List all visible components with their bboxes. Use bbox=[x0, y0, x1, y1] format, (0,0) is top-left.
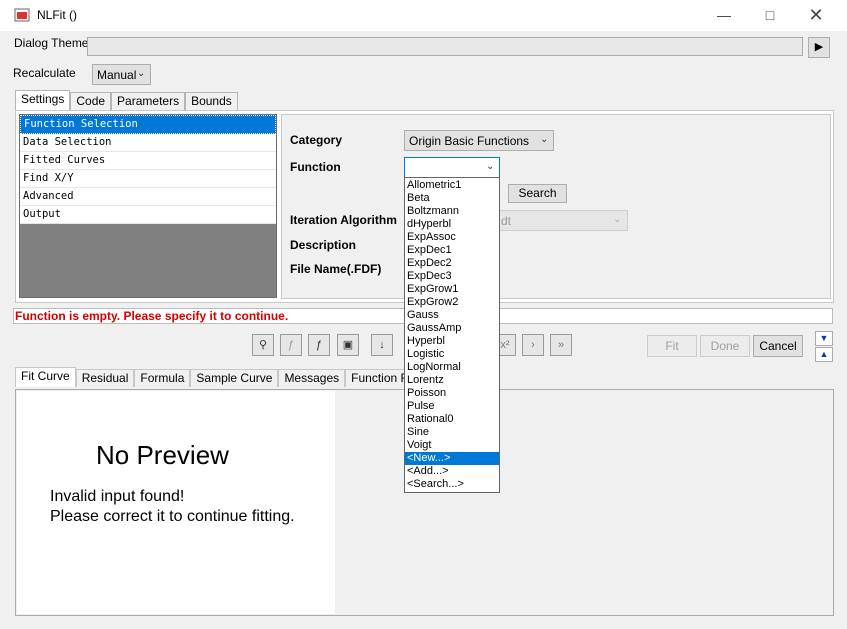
save-icon[interactable]: ▣ bbox=[337, 334, 359, 356]
option-allometric1[interactable]: Allometric1 bbox=[405, 179, 499, 192]
tab-residual[interactable]: Residual bbox=[75, 369, 135, 387]
nlfit-dialog: NLFit () — □ ✕ Dialog Theme ▶ Recalculat… bbox=[0, 0, 847, 629]
step-end-icon[interactable]: » bbox=[550, 334, 572, 356]
tab-code[interactable]: Code bbox=[70, 92, 112, 110]
tree-item-output[interactable]: Output bbox=[20, 206, 276, 224]
iteration-algorithm-label: Iteration Algorithm bbox=[290, 213, 397, 227]
recalculate-value: Manual bbox=[97, 68, 137, 82]
preview-line-2: Please correct it to continue fitting. bbox=[50, 508, 295, 525]
chevron-down-icon: ⌄ bbox=[137, 68, 146, 79]
status-message: Function is empty. Please specify it to … bbox=[15, 309, 289, 323]
function-dropdown: Allometric1 Beta Boltzmann dHyperbl ExpA… bbox=[404, 177, 500, 493]
category-label: Category bbox=[290, 133, 343, 147]
option-hyperbl[interactable]: Hyperbl bbox=[405, 335, 499, 348]
function-options: Allometric1 Beta Boltzmann dHyperbl ExpA… bbox=[405, 178, 499, 491]
preview-line-1: Invalid input found! bbox=[50, 488, 185, 505]
tree-item-advanced[interactable]: Advanced bbox=[20, 188, 276, 206]
option-new[interactable]: <New...> bbox=[405, 452, 499, 465]
option-voigt[interactable]: Voigt bbox=[405, 439, 499, 452]
recalculate-select[interactable]: Manual ⌄ bbox=[92, 64, 151, 85]
tab-fit-curve[interactable]: Fit Curve bbox=[15, 367, 76, 387]
tab-parameters[interactable]: Parameters bbox=[111, 92, 186, 110]
option-search[interactable]: <Search...> bbox=[405, 478, 499, 491]
chevron-down-icon: ⌄ bbox=[540, 134, 549, 145]
tab-messages[interactable]: Messages bbox=[278, 369, 346, 387]
tab-settings[interactable]: Settings bbox=[15, 90, 71, 110]
tab-sample-curve[interactable]: Sample Curve bbox=[190, 369, 279, 387]
app-icon bbox=[14, 8, 30, 22]
function-select[interactable]: ⌄ bbox=[404, 157, 500, 178]
minimize-icon[interactable]: — bbox=[701, 0, 747, 31]
no-preview-heading: No Preview bbox=[96, 440, 229, 470]
category-value: Origin Basic Functions bbox=[409, 134, 530, 148]
find-function-icon[interactable]: ⚲ bbox=[252, 334, 274, 356]
option-gauss[interactable]: Gauss bbox=[405, 309, 499, 322]
option-pulse[interactable]: Pulse bbox=[405, 400, 499, 413]
dialog-theme-combo[interactable] bbox=[87, 37, 803, 56]
option-expassoc[interactable]: ExpAssoc bbox=[405, 231, 499, 244]
option-expgrow1[interactable]: ExpGrow1 bbox=[405, 283, 499, 296]
sort-icon[interactable]: ↓ bbox=[371, 334, 393, 356]
reference-icon[interactable]: ƒ bbox=[280, 334, 302, 356]
option-expdec3[interactable]: ExpDec3 bbox=[405, 270, 499, 283]
option-rational0[interactable]: Rational0 bbox=[405, 413, 499, 426]
chevron-down-icon: ⌄ bbox=[613, 214, 622, 225]
option-expdec2[interactable]: ExpDec2 bbox=[405, 257, 499, 270]
tree-item-find-xy[interactable]: Find X/Y bbox=[20, 170, 276, 188]
tab-bounds[interactable]: Bounds bbox=[185, 92, 238, 110]
option-boltzmann[interactable]: Boltzmann bbox=[405, 205, 499, 218]
function-label: Function bbox=[290, 160, 341, 174]
option-lognormal[interactable]: LogNormal bbox=[405, 361, 499, 374]
maximize-icon[interactable]: □ bbox=[747, 0, 793, 31]
dialog-theme-label: Dialog Theme bbox=[14, 36, 89, 50]
option-sine[interactable]: Sine bbox=[405, 426, 499, 439]
fx-file-icon[interactable]: ƒ bbox=[308, 334, 330, 356]
option-expdec1[interactable]: ExpDec1 bbox=[405, 244, 499, 257]
iteration-algorithm-value: dt bbox=[501, 214, 512, 228]
tree-item-fitted-curves[interactable]: Fitted Curves bbox=[20, 152, 276, 170]
option-lorentz[interactable]: Lorentz bbox=[405, 374, 499, 387]
arrow-right-icon[interactable]: ▶ bbox=[808, 37, 830, 58]
option-add[interactable]: <Add...> bbox=[405, 465, 499, 478]
chevron-down-icon: ⌄ bbox=[486, 161, 495, 172]
settings-tabs: Settings Code Parameters Bounds bbox=[15, 90, 238, 110]
cancel-button[interactable]: Cancel bbox=[753, 335, 803, 357]
option-dhyperbl[interactable]: dHyperbl bbox=[405, 218, 499, 231]
option-logistic[interactable]: Logistic bbox=[405, 348, 499, 361]
search-button[interactable]: Search bbox=[508, 184, 567, 203]
tab-formula[interactable]: Formula bbox=[134, 369, 191, 387]
step-icon[interactable]: › bbox=[522, 334, 544, 356]
collapse-down-icon[interactable]: ▼ bbox=[815, 331, 833, 346]
fit-button[interactable]: Fit bbox=[647, 335, 697, 357]
recalculate-label: Recalculate bbox=[13, 66, 76, 80]
option-poisson[interactable]: Poisson bbox=[405, 387, 499, 400]
tree-item-data-selection[interactable]: Data Selection bbox=[20, 134, 276, 152]
option-expgrow2[interactable]: ExpGrow2 bbox=[405, 296, 499, 309]
content-tabs: Fit Curve Residual Formula Sample Curve … bbox=[15, 367, 426, 387]
collapse-up-icon[interactable]: ▲ bbox=[815, 347, 833, 362]
category-select[interactable]: Origin Basic Functions ⌄ bbox=[404, 130, 554, 151]
title-bar: NLFit () — □ ✕ bbox=[0, 0, 847, 31]
option-gaussamp[interactable]: GaussAmp bbox=[405, 322, 499, 335]
description-label: Description bbox=[290, 238, 357, 252]
tree-list: Function Selection Data Selection Fitted… bbox=[19, 114, 277, 298]
window-title: NLFit () bbox=[37, 8, 77, 22]
done-button[interactable]: Done bbox=[700, 335, 750, 357]
option-beta[interactable]: Beta bbox=[405, 192, 499, 205]
file-name-label: File Name(.FDF) bbox=[290, 262, 382, 276]
tree-item-function-selection[interactable]: Function Selection bbox=[20, 115, 276, 134]
close-icon[interactable]: ✕ bbox=[793, 0, 839, 31]
